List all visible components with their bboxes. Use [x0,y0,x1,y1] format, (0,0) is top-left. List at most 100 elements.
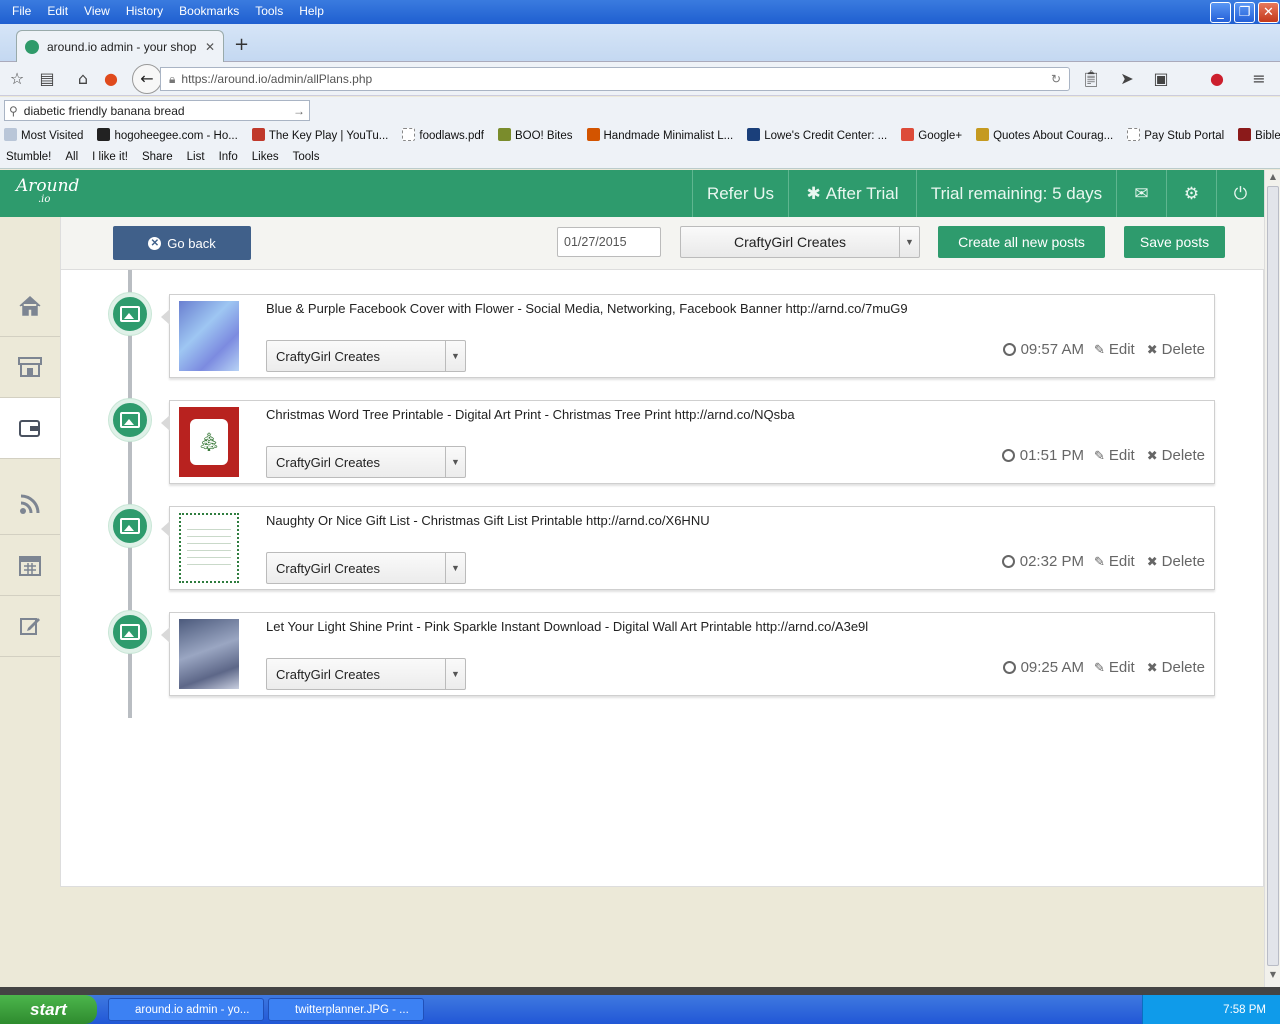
taskbar-item-image[interactable]: twitterplanner.JPG - ... [268,998,424,1021]
save-posts-button[interactable]: Save posts [1124,226,1225,258]
shop-select[interactable]: CraftyGirl Creates ▼ [680,226,920,258]
bookmark-item[interactable]: BOO! Bites [497,127,573,142]
close-tab-icon[interactable]: ✕ [205,40,215,54]
stumbleupon-icon[interactable]: ● [100,68,122,90]
menu-tools[interactable]: Tools [247,4,291,18]
post-thumbnail[interactable]: 🎄︎ [179,407,239,477]
extension-icon[interactable]: ▣ [1150,68,1172,90]
browser-tab[interactable]: around.io admin - your shop ✕ [16,30,224,62]
pencil-icon: ✎ [1093,447,1105,463]
search-go-icon[interactable]: → [293,104,305,118]
menu-help[interactable]: Help [291,4,332,18]
power-icon[interactable]: ⏻ [1216,170,1264,217]
refer-us-link[interactable]: Refer Us [692,170,788,217]
delete-link[interactable]: Delete [1162,659,1205,676]
account-select[interactable]: CraftyGirl Creates ▼ [266,340,466,372]
scroll-up-icon[interactable]: ▲ [1267,172,1279,186]
bookmark-item[interactable]: Quotes About Courag... [976,127,1113,142]
scrollbar-thumb[interactable] [1267,186,1279,966]
around-logo[interactable]: Around .io [16,176,79,205]
send-icon[interactable]: ➤ [1116,68,1138,90]
taskbar-item-firefox[interactable]: around.io admin - yo... [108,998,264,1021]
trial-remaining-label[interactable]: Trial remaining: 5 days [916,170,1116,217]
image-post-icon [109,611,151,653]
clock[interactable]: 7:58 PM [1223,1004,1266,1016]
home-icon[interactable] [0,276,60,337]
post-card: Blue & Purple Facebook Cover with Flower… [161,294,1215,378]
go-back-button[interactable]: ✕ Go back [113,226,251,260]
menu-bookmarks[interactable]: Bookmarks [171,4,247,18]
menu-edit[interactable]: Edit [39,4,76,18]
bookmark-item[interactable]: Bible Gateway [1238,127,1280,142]
url-text: https://around.io/admin/allPlans.php [181,72,373,86]
delete-link[interactable]: Delete [1162,553,1205,570]
stumble-button[interactable]: Stumble! [6,151,51,163]
menu-view[interactable]: View [76,4,118,18]
bookmark-item[interactable]: Lowe's Credit Center: ... [747,127,887,142]
after-trial-link[interactable]: ✱ After Trial [788,170,916,217]
date-input[interactable] [557,227,661,257]
search-input[interactable]: ⚲ diabetic friendly banana bread → [4,100,310,121]
bookmark-item[interactable]: Pay Stub Portal [1127,127,1224,142]
bookmark-item[interactable]: Google+ [901,127,962,142]
pinterest-icon[interactable]: ● [1206,68,1228,90]
rss-icon[interactable] [0,474,60,535]
info-button[interactable]: Info [219,151,238,163]
post-thumbnail[interactable] [179,513,239,583]
all-dropdown[interactable]: All [65,151,78,163]
edit-link[interactable]: Edit [1109,341,1135,358]
tab-title: around.io admin - your shop [47,39,197,54]
post-thumbnail[interactable] [179,301,239,371]
menu-history[interactable]: History [118,4,171,18]
image-post-icon [109,505,151,547]
account-select[interactable]: CraftyGirl Creates ▼ [266,446,466,478]
wallet-icon[interactable] [0,398,60,459]
post-thumbnail[interactable] [179,619,239,689]
delete-x-icon: ✖ [1146,659,1158,675]
share-button[interactable]: Share [142,151,173,163]
page-scrollbar[interactable]: ▲ ▼ [1264,170,1280,987]
delete-link[interactable]: Delete [1162,447,1205,464]
tools-dropdown[interactable]: Tools [293,151,320,163]
delete-link[interactable]: Delete [1162,341,1205,358]
back-button[interactable]: ← [132,64,162,94]
hamburger-menu-icon[interactable]: ≡ [1248,68,1270,90]
post-time: 09:25 AM [1020,659,1084,676]
post-card: 🎄︎ Christmas Word Tree Printable - Digit… [161,400,1215,484]
start-button[interactable]: start [0,995,97,1024]
gear-icon[interactable]: ⚙ [1166,170,1216,217]
like-button[interactable]: I like it! [92,151,128,163]
url-bar[interactable]: 🔒︎ https://around.io/admin/allPlans.php … [160,67,1070,91]
store-icon[interactable] [0,337,60,398]
clock-icon [1001,449,1015,462]
edit-link[interactable]: Edit [1109,447,1135,464]
close-window-button[interactable]: ✕ [1258,2,1279,23]
minimize-button[interactable]: _ [1210,2,1231,23]
envelope-icon[interactable]: ✉ [1116,170,1166,217]
new-tab-button[interactable]: + [234,34,249,55]
likes-button[interactable]: Likes [252,151,279,163]
maximize-button[interactable]: ❐ [1234,2,1255,23]
edit-link[interactable]: Edit [1109,659,1135,676]
bookmark-item[interactable]: Most Visited [4,127,83,142]
calendar-icon[interactable] [0,535,60,596]
bookmark-item[interactable]: Handmade Minimalist L... [586,127,733,142]
list-button[interactable]: List [187,151,205,163]
menu-file[interactable]: File [4,4,39,18]
account-select[interactable]: CraftyGirl Creates ▼ [266,552,466,584]
edit-icon[interactable] [0,596,60,657]
account-select[interactable]: CraftyGirl Creates ▼ [266,658,466,690]
reload-icon[interactable]: ↻ [1051,72,1061,86]
home-icon[interactable]: ⌂ [72,68,94,90]
reading-list-icon[interactable]: ▤ [36,68,58,90]
bookmark-item[interactable]: foodlaws.pdf [402,127,484,142]
edit-link[interactable]: Edit [1109,553,1135,570]
scroll-down-icon[interactable]: ▼ [1267,970,1279,984]
clipboard-icon[interactable]: 📋︎ [1080,68,1102,90]
bookmark-item[interactable]: hogoheegee.com - Ho... [97,127,238,142]
bookmark-item[interactable]: The Key Play | YouTu... [251,127,388,142]
search-value: diabetic friendly banana bread [23,103,185,118]
create-all-new-posts-button[interactable]: Create all new posts [938,226,1105,258]
image-post-icon [109,293,151,335]
bookmark-star-icon[interactable]: ☆ [6,68,28,90]
